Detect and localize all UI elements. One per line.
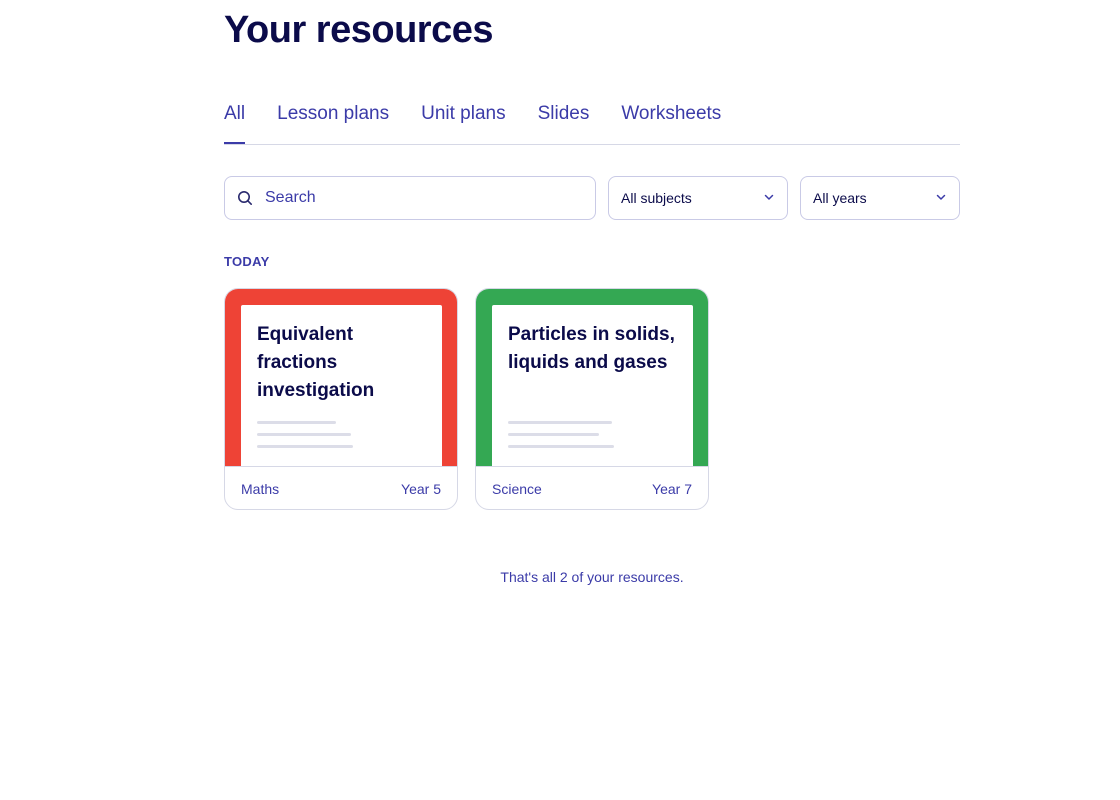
search-input[interactable] [265, 178, 565, 218]
card-cover: Equivalent fractions investigation [225, 289, 457, 466]
subject-filter-value: All subjects [621, 190, 692, 206]
resources-page: Your resources All Lesson plans Unit pla… [0, 0, 1120, 800]
placeholder-line [508, 433, 599, 436]
card-sheet-preview: Particles in solids, liquids and gases [492, 305, 693, 466]
tab-unit-plans[interactable]: Unit plans [421, 100, 506, 143]
resource-card-list: Equivalent fractions investigation Maths… [224, 288, 709, 510]
search-box[interactable] [224, 176, 596, 220]
card-cover: Particles in solids, liquids and gases [476, 289, 708, 466]
tab-slides[interactable]: Slides [538, 100, 590, 143]
chevron-down-icon [763, 190, 775, 206]
card-subject: Maths [241, 480, 280, 497]
year-filter-value: All years [813, 190, 867, 206]
year-filter-select[interactable]: All years [800, 176, 960, 220]
card-year: Year 5 [401, 480, 441, 497]
search-icon [225, 176, 265, 220]
tab-worksheets[interactable]: Worksheets [621, 100, 721, 143]
card-title: Particles in solids, liquids and gases [508, 324, 675, 373]
tab-all[interactable]: All [224, 100, 246, 144]
card-footer: Science Year 7 [476, 466, 708, 509]
placeholder-line [257, 421, 336, 424]
tab-lesson-plans[interactable]: Lesson plans [277, 100, 389, 143]
card-footer: Maths Year 5 [225, 466, 457, 509]
section-label-today: TODAY [224, 254, 270, 269]
card-subject: Science [492, 480, 542, 497]
chevron-down-icon [935, 190, 947, 206]
filter-bar: All subjects All years [224, 176, 960, 220]
subject-filter-select[interactable]: All subjects [608, 176, 788, 220]
card-title: Equivalent fractions investigation [257, 324, 375, 401]
resource-card[interactable]: Particles in solids, liquids and gases S… [475, 288, 709, 510]
placeholder-line [508, 445, 614, 448]
card-year: Year 7 [652, 480, 692, 497]
placeholder-line [257, 433, 351, 436]
resource-type-tabs: All Lesson plans Unit plans Slides Works… [224, 100, 960, 145]
end-of-list-message: That's all 2 of your resources. [500, 569, 684, 585]
placeholder-line [257, 445, 353, 448]
page-title: Your resources [224, 9, 493, 51]
placeholder-line [508, 421, 612, 424]
card-sheet-preview: Equivalent fractions investigation [241, 305, 442, 466]
resource-card[interactable]: Equivalent fractions investigation Maths… [224, 288, 458, 510]
